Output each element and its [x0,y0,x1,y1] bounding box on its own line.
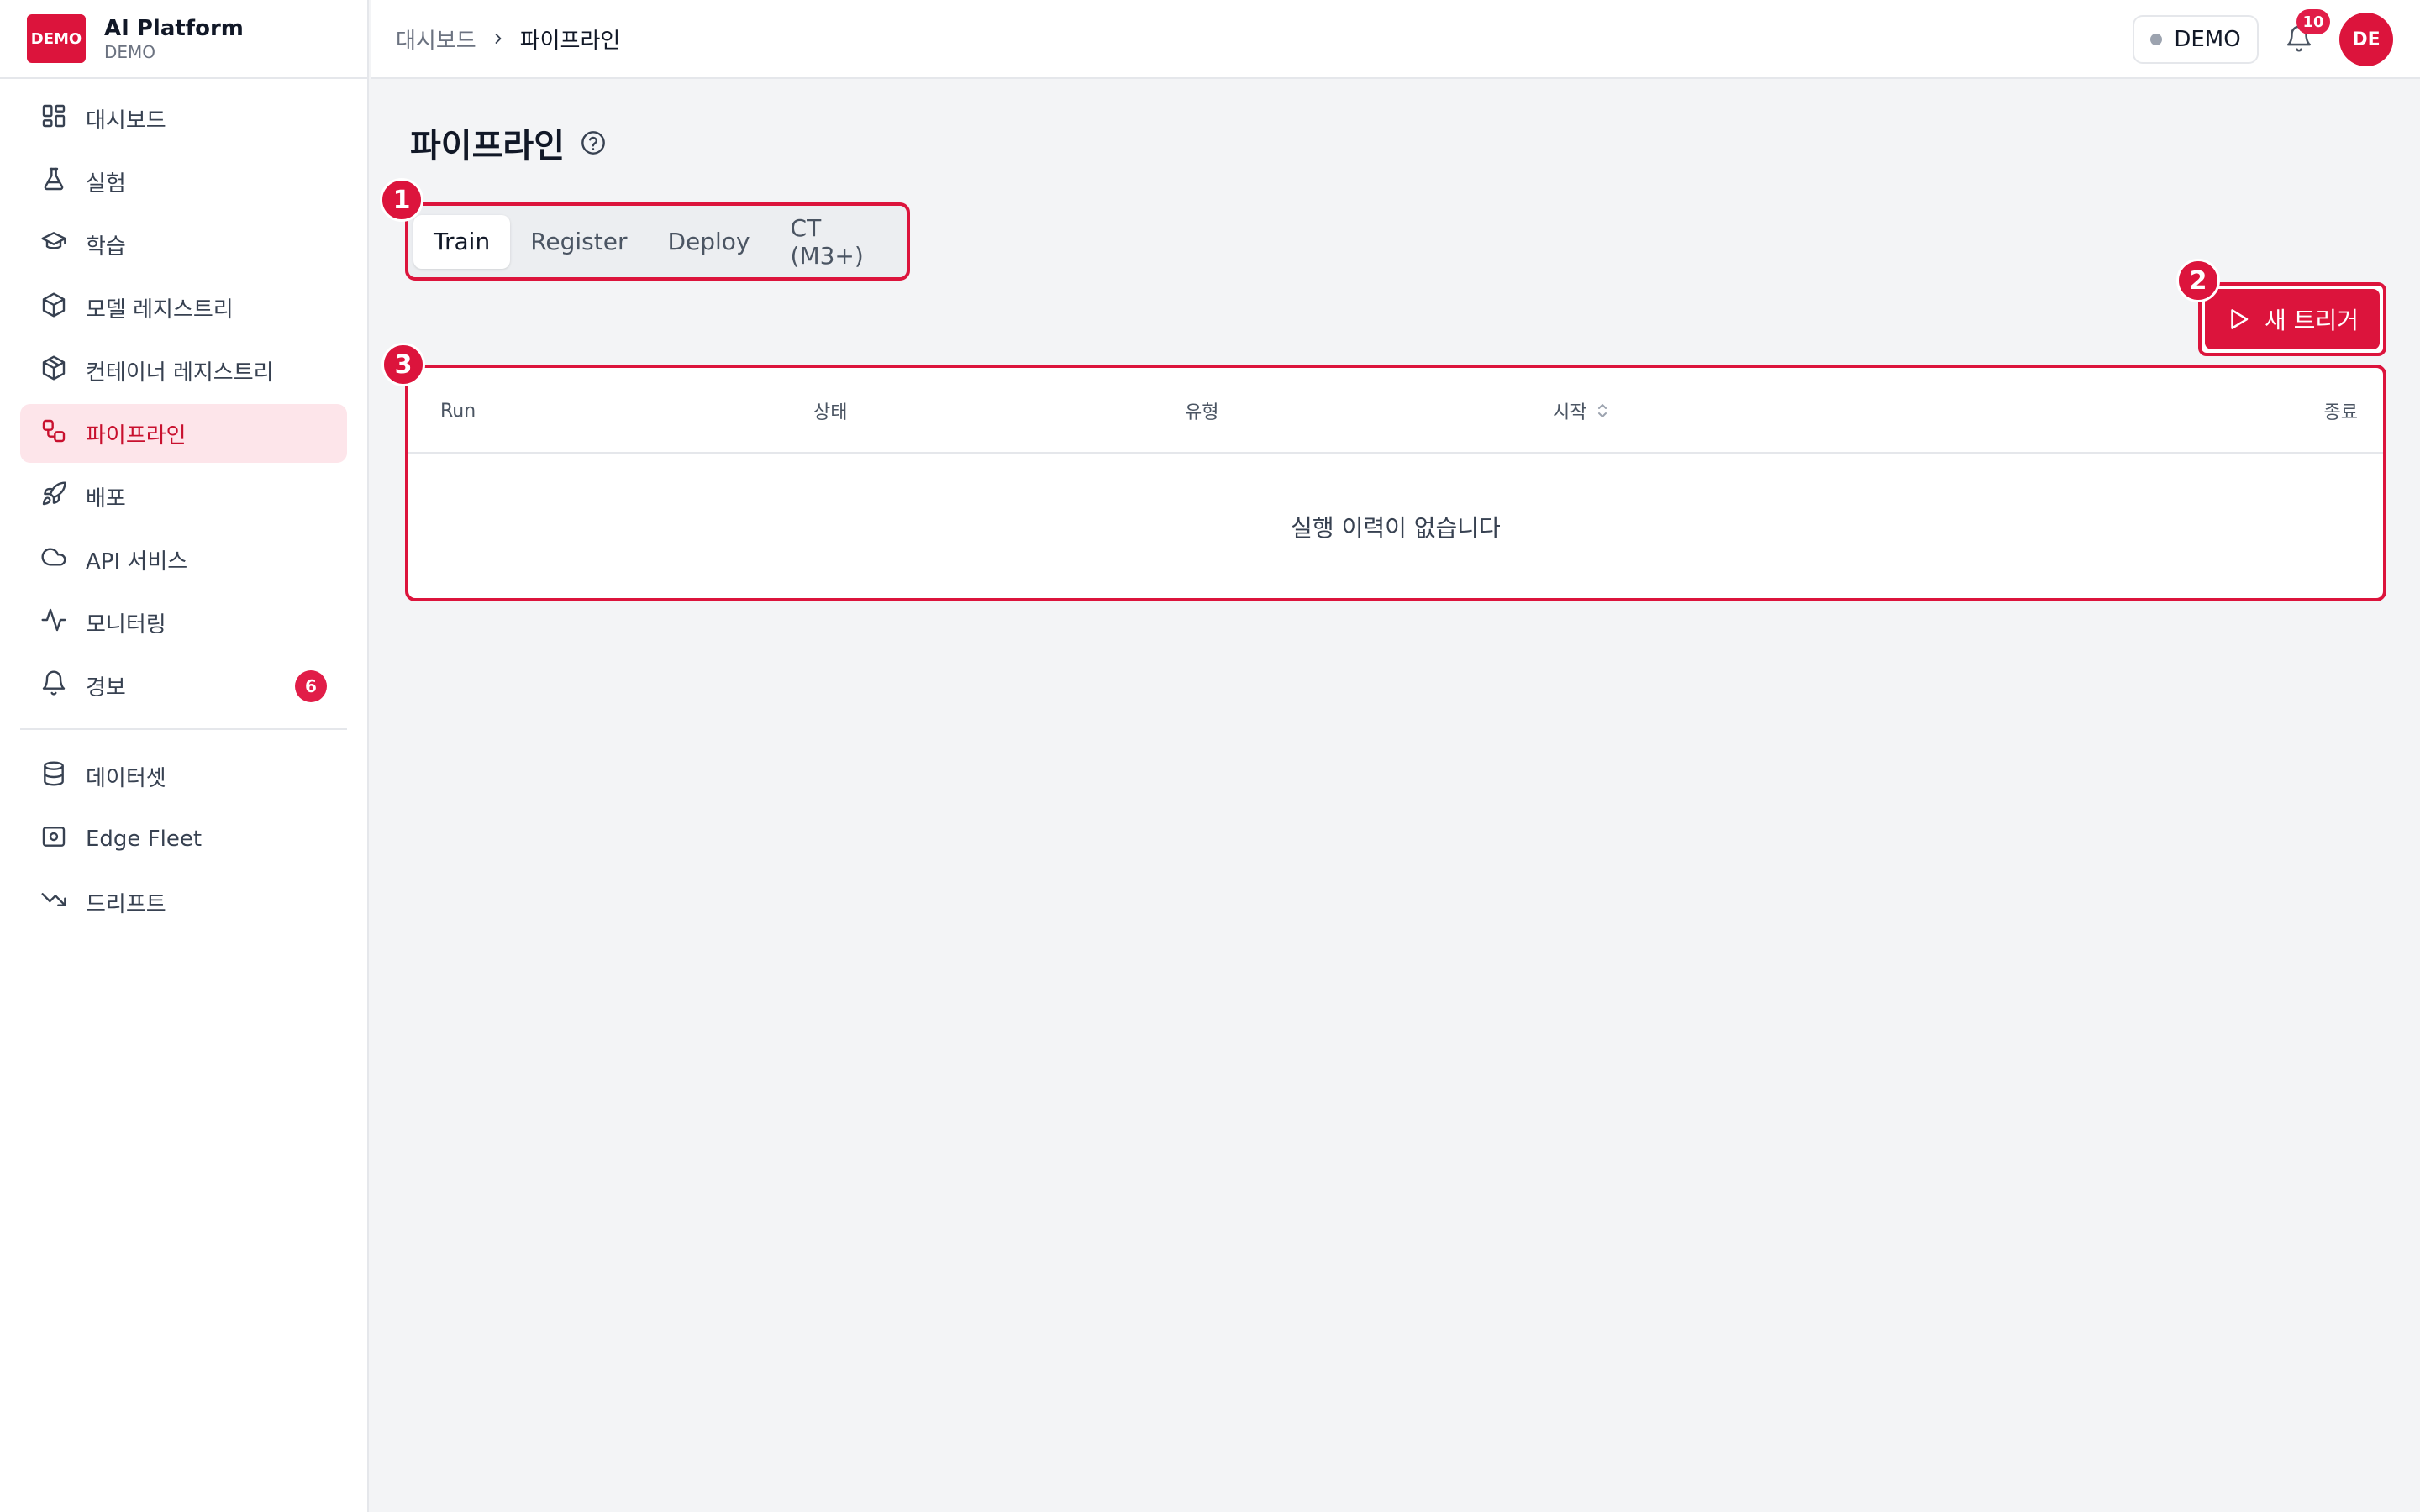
sidebar-item-model-registry[interactable]: 모델 레지스트리 [20,278,347,337]
pipeline-tabs: Train Register Deploy CT (M3+) [413,211,902,272]
tab-ct[interactable]: CT (M3+) [771,214,902,270]
status-dot-icon [2150,34,2163,45]
runs-table: Run 상태 유형 시작 종료 실행 이력이 없습니다 [405,365,2386,601]
sidebar-item-label: 대시보드 [86,108,166,134]
router-icon [40,823,67,856]
container-icon [40,354,67,387]
tab-deploy[interactable]: Deploy [647,215,770,269]
breadcrumb: 대시보드 파이프라인 [396,0,620,77]
bell-icon [40,669,67,702]
brand-name: AI Platform [104,16,244,41]
box-icon [40,291,67,324]
sidebar: DEMO AI Platform DEMO 대시보드 실험 학습 모델 레지스트… [0,0,369,1512]
play-icon [2231,309,2249,329]
sidebar-item-container-registry[interactable]: 컨테이너 레지스트리 [20,341,347,400]
sidebar-item-dashboard[interactable]: 대시보드 [20,89,347,148]
sidebar-item-drift[interactable]: 드리프트 [20,873,347,932]
avatar[interactable]: DE [2339,13,2393,66]
environment-selector[interactable]: DEMO [2133,15,2259,64]
sort-icon [1598,404,1607,417]
trigger-button-highlight: 새 트리거 [2198,282,2386,356]
sidebar-item-label: 경보 [86,675,126,701]
column-header-start[interactable]: 시작 [1553,368,1610,454]
activity-icon [40,606,67,639]
column-header-type: 유형 [1185,402,1219,423]
brand-sub: DEMO [104,42,156,62]
environment-label: DEMO [2174,27,2241,52]
sidebar-item-edge-fleet[interactable]: Edge Fleet [20,810,347,869]
page-header: 파이프라인 [410,118,607,168]
cloud-icon [40,543,67,576]
annotation-marker-3: 3 [381,343,425,386]
page-title: 파이프라인 [410,127,565,165]
workflow-icon [40,417,67,450]
sidebar-item-label: 모니터링 [86,612,166,638]
trending-down-icon [40,886,67,919]
breadcrumb-current: 파이프라인 [519,28,621,54]
sidebar-divider [20,728,347,730]
empty-state-message: 실행 이력이 없습니다 [1291,514,1501,542]
table-header: Run 상태 유형 시작 종료 [408,368,2383,454]
column-header-status: 상태 [813,402,848,423]
sidebar-nav: 대시보드 실험 학습 모델 레지스트리 컨테이너 레지스트리 파이프라인 배포 [0,79,367,932]
pipeline-tabs-highlight: Train Register Deploy CT (M3+) [405,202,910,281]
sidebar-item-label: API 서비스 [86,549,188,575]
sidebar-item-label: 학습 [86,234,126,260]
brand[interactable]: DEMO AI Platform DEMO [0,0,367,79]
annotation-marker-2: 2 [2176,259,2220,302]
column-header-end: 종료 [2323,402,2358,423]
sidebar-item-training[interactable]: 학습 [20,215,347,274]
dashboard-icon [40,102,67,135]
sidebar-item-experiments[interactable]: 실험 [20,152,347,211]
notification-count-badge: 10 [2296,9,2330,34]
flask-icon [40,165,67,198]
sidebar-item-label: 컨테이너 레지스트리 [86,360,274,386]
sidebar-item-label: 드리프트 [86,891,166,917]
new-trigger-label: 새 트리거 [2265,307,2359,334]
column-header-run: Run [440,400,476,422]
tab-train[interactable]: Train [413,214,511,269]
chevron-right-icon [490,30,507,47]
graduation-cap-icon [40,228,67,261]
annotation-marker-1: 1 [380,178,424,222]
sidebar-item-api-service[interactable]: API 서비스 [20,530,347,589]
sidebar-item-alerts[interactable]: 경보 6 [20,656,347,715]
help-circle-icon[interactable] [580,129,607,156]
column-header-start-label: 시작 [1553,402,1587,423]
brand-logo: DEMO [27,14,86,63]
sidebar-item-label: 실험 [86,171,126,197]
tab-register[interactable]: Register [510,215,647,269]
topbar: 대시보드 파이프라인 [371,0,2420,79]
sidebar-item-label: 배포 [86,486,126,512]
sidebar-item-label: 파이프라인 [86,423,187,449]
new-trigger-button[interactable]: 새 트리거 [2205,289,2380,349]
sidebar-item-label: 데이터셋 [86,765,166,791]
sidebar-item-label: 모델 레지스트리 [86,297,234,323]
database-icon [40,760,67,793]
alerts-count-badge: 6 [295,670,327,702]
sidebar-item-label: Edge Fleet [86,827,203,852]
sidebar-item-datasets[interactable]: 데이터셋 [20,747,347,806]
rocket-icon [40,480,67,513]
breadcrumb-home-link[interactable]: 대시보드 [396,24,476,55]
sidebar-item-pipelines[interactable]: 파이프라인 [20,404,347,463]
sidebar-item-deploy[interactable]: 배포 [20,467,347,526]
sidebar-item-monitoring[interactable]: 모니터링 [20,593,347,652]
